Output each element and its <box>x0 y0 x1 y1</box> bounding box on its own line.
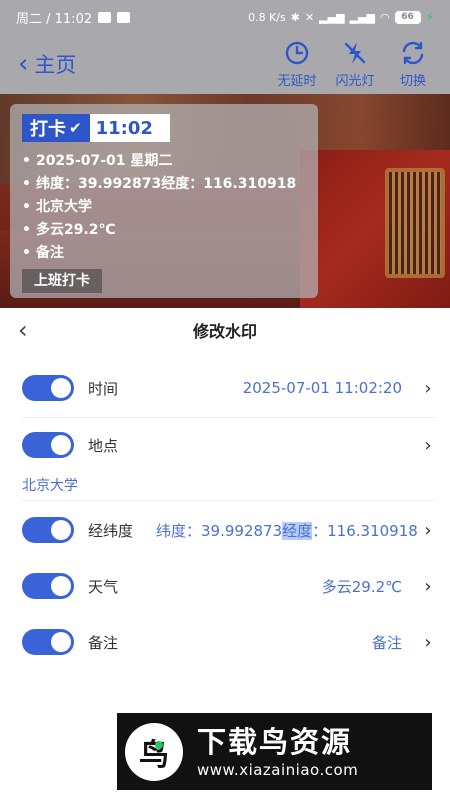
coord-latitude: 纬度：39.992873 <box>156 521 283 540</box>
background-door-panel <box>385 168 445 278</box>
watermark-note: 备注 <box>22 242 306 265</box>
toggle-note[interactable] <box>22 629 74 655</box>
row-value-coordinates[interactable]: 纬度：39.992873经度：116.310918 <box>148 520 420 541</box>
setting-row-note[interactable]: 备注 备注 › <box>0 615 450 669</box>
check-icon: ✔ <box>69 119 82 137</box>
ad-banner[interactable]: 鸟 下载鸟资源 www.xiazainiao.com <box>117 713 432 790</box>
setting-row-location[interactable]: 地点 › <box>0 418 450 472</box>
network-speed: 0.8 K/s <box>248 10 286 24</box>
toggle-knob <box>51 632 71 652</box>
chevron-left-icon: ‹ <box>18 49 29 79</box>
row-label-note: 备注 <box>88 633 119 652</box>
ad-url: www.xiazainiao.com <box>197 760 359 779</box>
ad-title: 下载鸟资源 <box>197 724 353 759</box>
back-home-button[interactable]: ‹ 主页 <box>18 49 76 79</box>
chevron-right-icon[interactable]: › <box>420 378 436 399</box>
watermark-weather: 多云29.2℃ <box>22 219 306 242</box>
toggle-location[interactable] <box>22 432 74 458</box>
mute-icon: ✕ <box>304 10 315 24</box>
sheet-title: 修改水印 <box>192 322 257 341</box>
delay-button[interactable]: 无延时 <box>274 39 320 89</box>
signal-icon: ▂▄▆ <box>319 10 345 24</box>
watermark-time: 11:02 <box>89 114 170 142</box>
chevron-right-icon[interactable]: › <box>420 520 436 541</box>
switch-camera-label: 切换 <box>399 74 426 89</box>
toggle-knob <box>51 378 71 398</box>
charging-icon: ⚡ <box>425 10 434 24</box>
bird-logo-icon: 鸟 <box>125 722 183 781</box>
toggle-knob <box>51 520 71 540</box>
row-label-location: 地点 <box>88 436 119 455</box>
sheet-back-button[interactable]: ‹ <box>18 316 28 344</box>
battery-icon: 66 <box>394 10 421 24</box>
notification-icon <box>98 11 112 23</box>
setting-row-coordinates[interactable]: 经纬度 纬度：39.992873经度：116.310918 › <box>0 503 450 557</box>
status-time: 周二 / 11:02 <box>16 11 93 27</box>
top-bar: ‹ 主页 无延时 闪光灯 切换 <box>0 34 450 94</box>
timer-icon <box>285 41 309 65</box>
flash-button[interactable]: 闪光灯 <box>332 39 378 89</box>
coord-selected-text: 经度 <box>282 521 313 540</box>
bluetooth-icon: ✱ <box>290 10 300 24</box>
watermark-date: 2025-07-01 星期二 <box>22 150 306 173</box>
toggle-knob <box>51 435 71 455</box>
row-label-coordinates: 经纬度 <box>88 521 134 540</box>
chevron-right-icon[interactable]: › <box>420 435 436 456</box>
status-bar: 周二 / 11:02 0.8 K/s ✱ ✕ ▂▄▆ ▂▄▆ ◠ 66 ⚡ <box>0 0 450 34</box>
flash-label: 闪光灯 <box>335 74 375 89</box>
switch-camera-icon <box>402 41 424 65</box>
coord-longitude: ：116.310918 <box>312 521 418 540</box>
row-value-time: 2025-07-01 11:02:20 <box>242 379 402 397</box>
watermark-coordinates: 纬度：39.992873经度：116.310918 <box>22 173 306 196</box>
row-value-weather: 多云29.2℃ <box>321 577 402 596</box>
watermark-preview[interactable]: 打卡 ✔ 11:02 2025-07-01 星期二 纬度：39.992873经度… <box>10 104 318 298</box>
watermark-location: 北京大学 <box>22 196 306 219</box>
setting-row-weather[interactable]: 天气 多云29.2℃ › <box>0 559 450 613</box>
toggle-weather[interactable] <box>22 573 74 599</box>
row-value-note: 备注 <box>371 633 402 652</box>
watermark-tag: 上班打卡 <box>22 269 102 293</box>
wifi-icon: ◠ <box>379 10 390 24</box>
signal-icon-2: ▂▄▆ <box>349 10 375 24</box>
switch-camera-button[interactable]: 切换 <box>390 39 436 89</box>
flash-off-icon <box>344 42 366 64</box>
back-home-label: 主页 <box>34 53 77 77</box>
chevron-right-icon[interactable]: › <box>420 576 436 597</box>
punch-badge: 打卡 ✔ <box>22 114 90 142</box>
toggle-knob <box>51 576 71 596</box>
toggle-coordinates[interactable] <box>22 517 74 543</box>
chevron-right-icon[interactable]: › <box>420 632 436 653</box>
punch-label: 打卡 <box>30 119 66 140</box>
location-name[interactable]: 北京大学 <box>22 475 78 495</box>
row-label-weather: 天气 <box>88 577 119 596</box>
divider <box>22 500 436 501</box>
notification-icon-2 <box>117 11 131 23</box>
row-label-time: 时间 <box>88 379 119 398</box>
delay-label: 无延时 <box>277 74 317 89</box>
toggle-time[interactable] <box>22 375 74 401</box>
setting-row-time[interactable]: 时间 2025-07-01 11:02:20 › <box>0 361 450 415</box>
